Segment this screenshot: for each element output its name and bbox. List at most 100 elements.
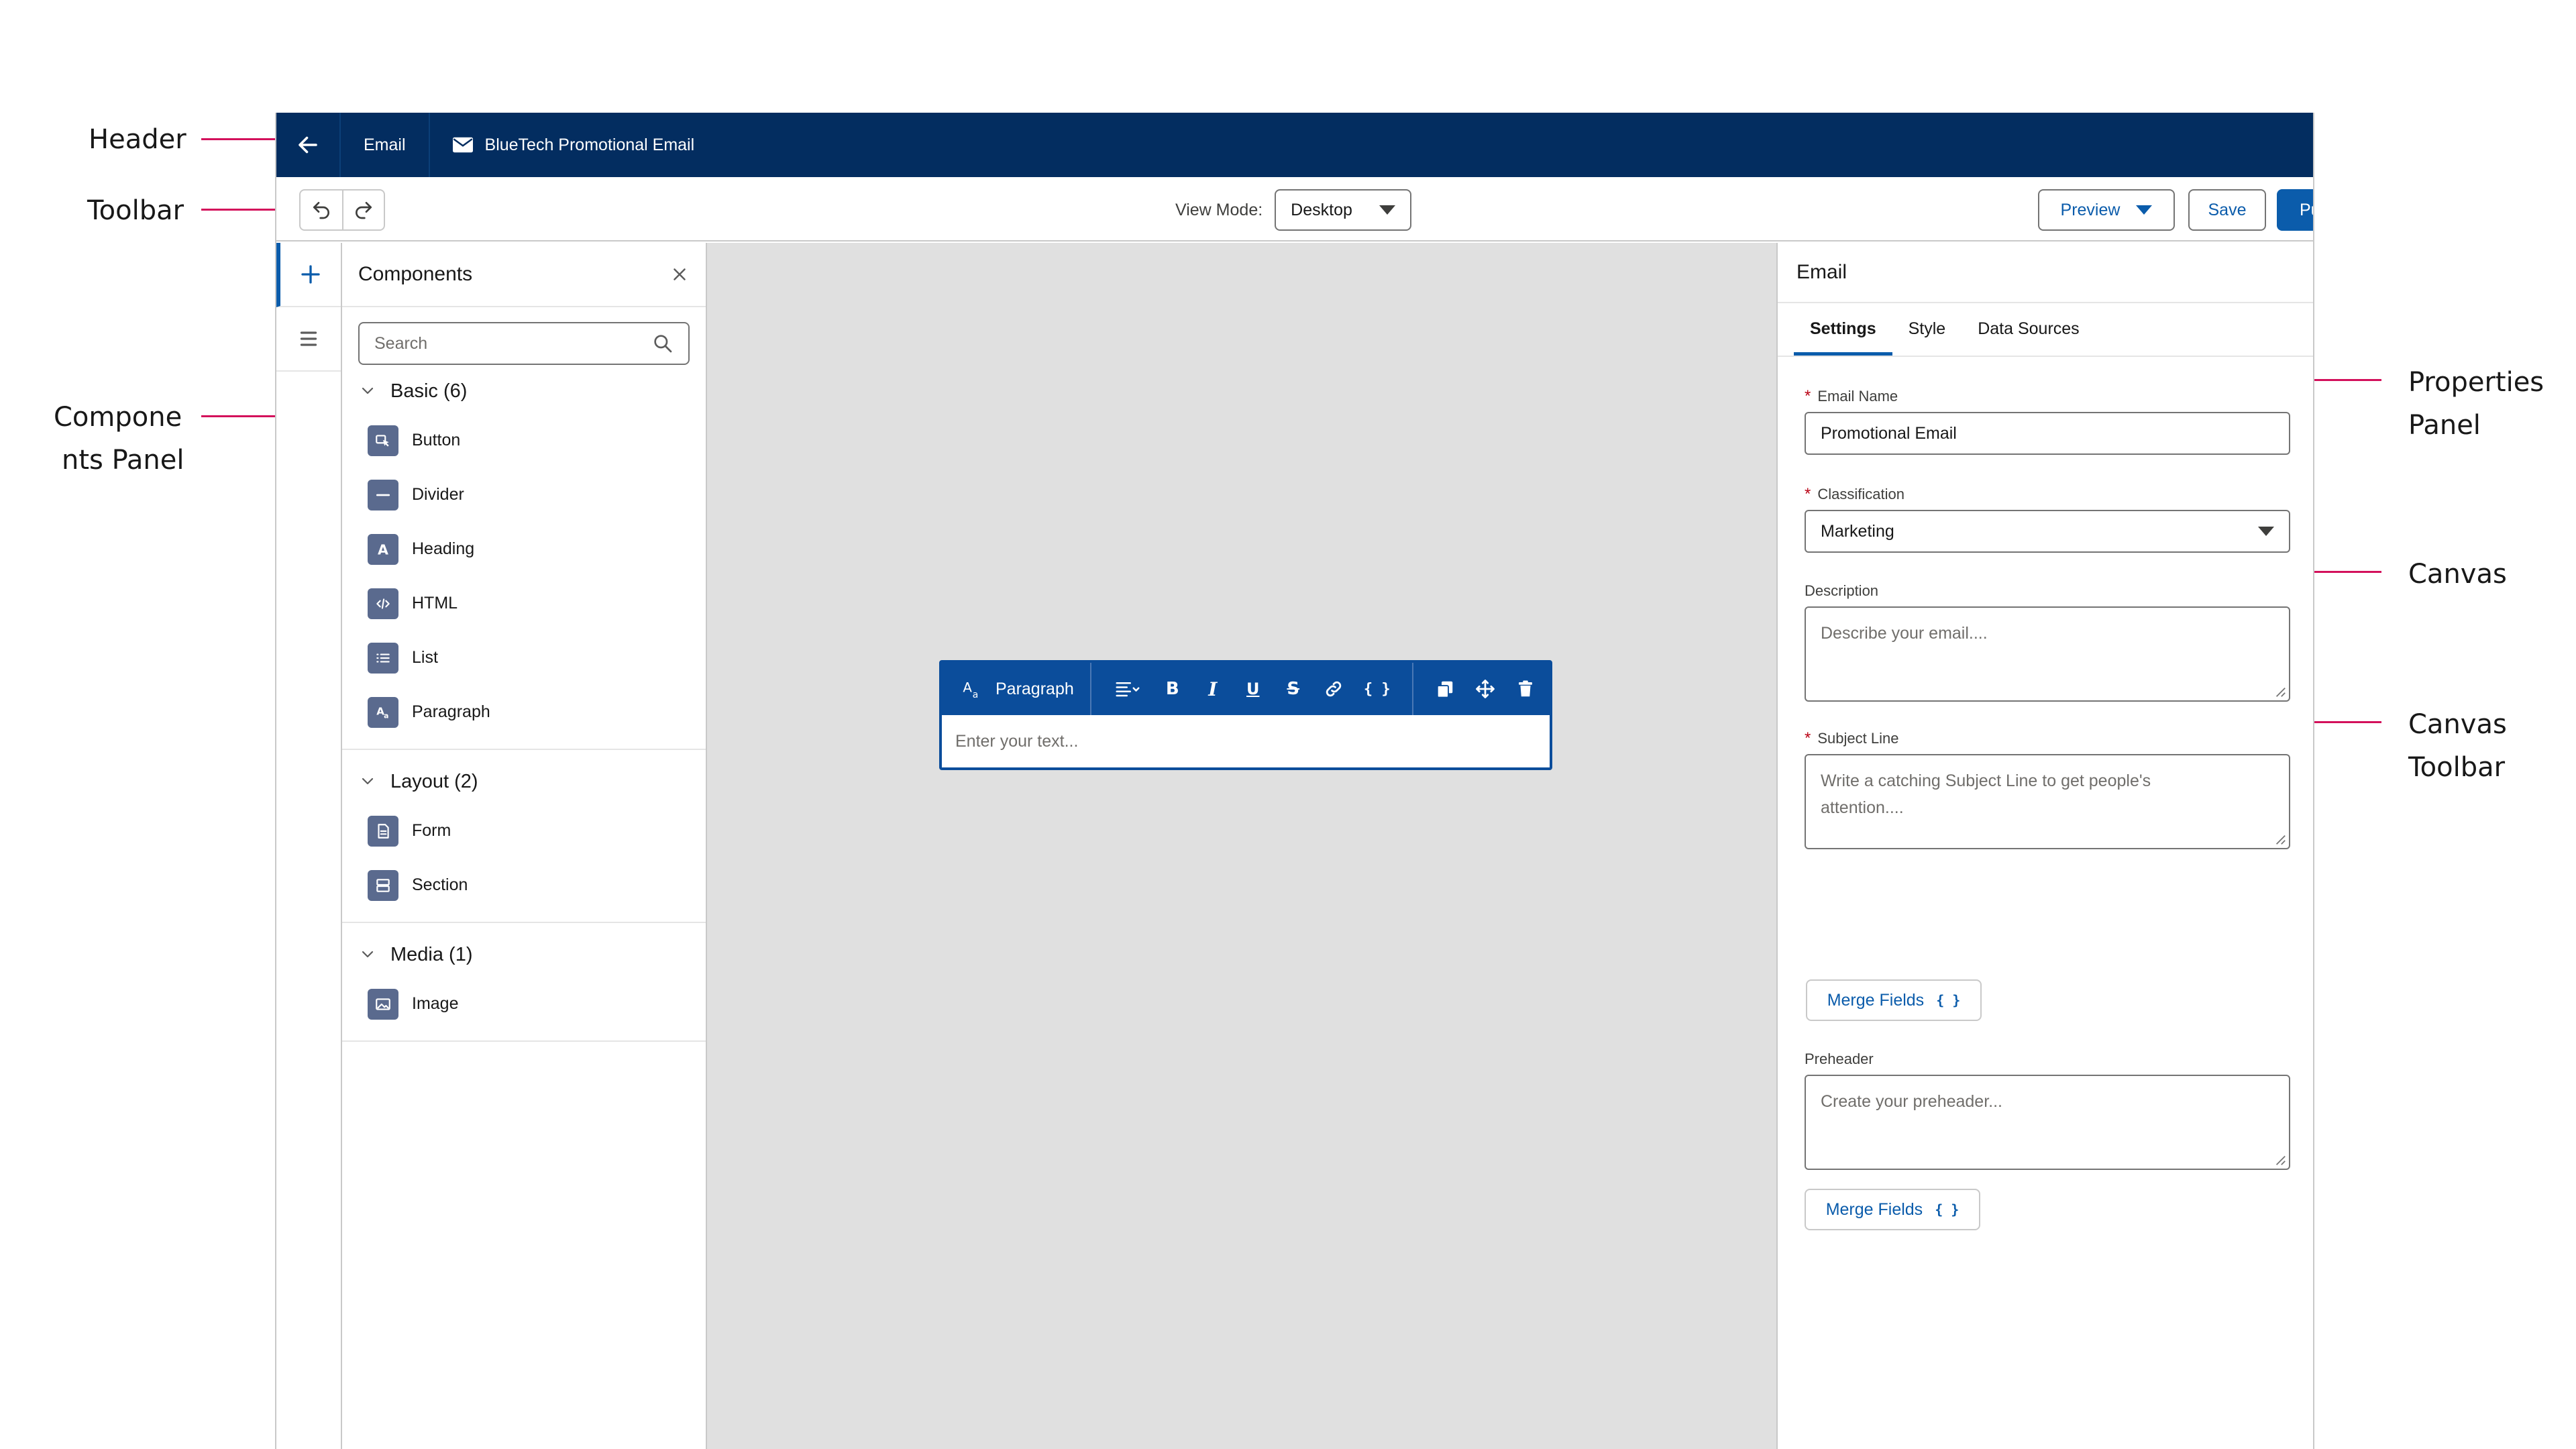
rail-add-components[interactable]	[276, 243, 341, 307]
chevron-down-icon	[362, 951, 374, 958]
svg-text:a: a	[384, 711, 388, 720]
annotation-components-panel-2: nts Panel	[62, 445, 184, 476]
block-actions-group	[1411, 663, 1557, 715]
menu-icon	[300, 331, 317, 346]
trash-icon[interactable]	[1514, 678, 1537, 700]
merge-fields-button[interactable]: Merge Fields { }	[1806, 979, 1982, 1021]
search-placeholder: Search	[374, 333, 428, 353]
strikethrough-icon[interactable]: S	[1282, 678, 1305, 700]
section-basic-toggle[interactable]: Basic (6)	[342, 369, 706, 413]
preview-button[interactable]: Preview	[2038, 189, 2175, 231]
align-icon[interactable]	[1112, 678, 1144, 700]
component-item-label: HTML	[412, 594, 458, 612]
publish-button[interactable]: Publish	[2277, 189, 2313, 231]
save-button[interactable]: Save	[2188, 189, 2266, 231]
move-icon[interactable]	[1474, 678, 1497, 700]
component-item-label: Heading	[412, 539, 475, 558]
annotation-components-panel-1: Compone	[54, 402, 182, 433]
email-name-field: * Email Name Promotional Email	[1805, 386, 2290, 455]
classification-value: Marketing	[1821, 521, 1894, 541]
caret-down-icon	[2258, 527, 2274, 536]
component-item-heading[interactable]: A Heading	[342, 522, 706, 576]
component-search-input[interactable]: Search	[358, 322, 690, 365]
chevron-down-icon	[362, 387, 374, 394]
component-item-divider[interactable]: Divider	[342, 468, 706, 522]
underline-icon[interactable]: U	[1242, 678, 1265, 700]
resize-grip-icon[interactable]	[2274, 686, 2286, 698]
subject-line-label: * Subject Line	[1805, 729, 1899, 747]
annotation-properties-panel-1: Properties	[2408, 367, 2544, 398]
tab-email-label: Email	[364, 135, 406, 154]
resize-grip-icon[interactable]	[2274, 833, 2286, 845]
preview-label: Preview	[2060, 200, 2121, 219]
component-item-html[interactable]: HTML	[342, 576, 706, 631]
text-format-icon: Aa	[963, 680, 979, 700]
subject-line-field: * Subject Line Write a catching Subject L…	[1805, 729, 2290, 849]
tab-settings[interactable]: Settings	[1794, 302, 1892, 356]
component-item-label: Section	[412, 875, 468, 894]
redo-button[interactable]	[342, 191, 384, 229]
description-textarea[interactable]: Describe your email....	[1805, 606, 2290, 702]
link-icon[interactable]	[1322, 678, 1345, 700]
format-select[interactable]: Aa Paragraph	[942, 663, 1091, 715]
tab-data-sources[interactable]: Data Sources	[1962, 302, 2095, 356]
paragraph-text-input[interactable]: Enter your text...	[942, 715, 1550, 767]
tab-style[interactable]: Style	[1892, 302, 1962, 356]
email-name-input[interactable]: Promotional Email	[1805, 412, 2290, 455]
components-panel-header: Components	[342, 243, 706, 307]
canvas-toolbar: Aa Paragraph B I U S { }	[942, 663, 1550, 715]
tab-email[interactable]: Email	[341, 113, 430, 177]
svg-text:A: A	[378, 541, 388, 557]
svg-text:a: a	[973, 690, 979, 700]
redo-icon	[356, 202, 372, 219]
classification-field: * Classification Marketing	[1805, 484, 2290, 553]
component-item-paragraph[interactable]: Aa Paragraph	[342, 685, 706, 739]
arrow-left-icon	[299, 136, 317, 154]
component-item-label: Image	[412, 994, 459, 1013]
merge-fields-label: Merge Fields	[1825, 1199, 1923, 1219]
section-layout-title: Layout (2)	[390, 770, 478, 792]
preheader-textarea[interactable]: Create your preheader...	[1805, 1075, 2290, 1170]
section-media-toggle[interactable]: Media (1)	[342, 932, 706, 977]
component-item-form[interactable]: Form	[342, 804, 706, 858]
paragraph-block[interactable]: Aa Paragraph B I U S { } Enter your text…	[939, 660, 1552, 770]
description-placeholder: Describe your email....	[1821, 624, 1988, 643]
component-item-list[interactable]: List	[342, 631, 706, 685]
resize-grip-icon[interactable]	[2274, 1154, 2286, 1166]
back-button[interactable]	[276, 113, 341, 177]
view-mode-select[interactable]: Desktop	[1275, 189, 1412, 231]
envelope-icon	[452, 137, 473, 153]
component-item-section[interactable]: Section	[342, 858, 706, 912]
annotation-properties-panel-2: Panel	[2408, 410, 2481, 441]
annotation-canvas: Canvas	[2408, 559, 2507, 590]
close-icon[interactable]	[669, 264, 690, 284]
subject-line-textarea[interactable]: Write a catching Subject Line to get peo…	[1805, 754, 2290, 849]
classification-select[interactable]: Marketing	[1805, 510, 2290, 553]
annotation-toolbar: Toolbar	[87, 195, 184, 226]
italic-icon[interactable]: I	[1201, 678, 1224, 700]
merge-fields-label: Merge Fields	[1827, 990, 1925, 1010]
publish-label: Publish	[2300, 200, 2313, 219]
bold-icon[interactable]: B	[1161, 678, 1184, 700]
email-builder-app: Email BlueTech Promotional Email View Mo…	[275, 113, 2314, 1449]
rail-layers[interactable]	[276, 307, 341, 372]
component-item-label: List	[412, 648, 438, 667]
merge-field-icon[interactable]: { }	[1362, 678, 1392, 700]
tab-bluetech-email[interactable]: BlueTech Promotional Email	[430, 113, 718, 177]
duplicate-icon[interactable]	[1434, 678, 1456, 700]
required-asterisk: *	[1805, 729, 1811, 747]
button-component-icon	[368, 425, 398, 456]
description-label: Description	[1805, 582, 1879, 599]
preheader-placeholder: Create your preheader...	[1821, 1092, 2002, 1111]
merge-fields-button[interactable]: Merge Fields { }	[1805, 1189, 1980, 1230]
component-item-button[interactable]: Button	[342, 413, 706, 468]
component-item-image[interactable]: Image	[342, 977, 706, 1031]
properties-title: Email	[1778, 243, 2313, 303]
component-item-label: Form	[412, 821, 451, 840]
undo-icon	[313, 202, 329, 219]
app-header: Email BlueTech Promotional Email	[276, 113, 2313, 177]
merge-field-icon: { }	[1935, 1201, 1960, 1218]
section-layout-toggle[interactable]: Layout (2)	[342, 759, 706, 804]
email-canvas[interactable]: Aa Paragraph B I U S { } Enter your text…	[707, 243, 1776, 1449]
undo-button[interactable]	[301, 191, 342, 229]
